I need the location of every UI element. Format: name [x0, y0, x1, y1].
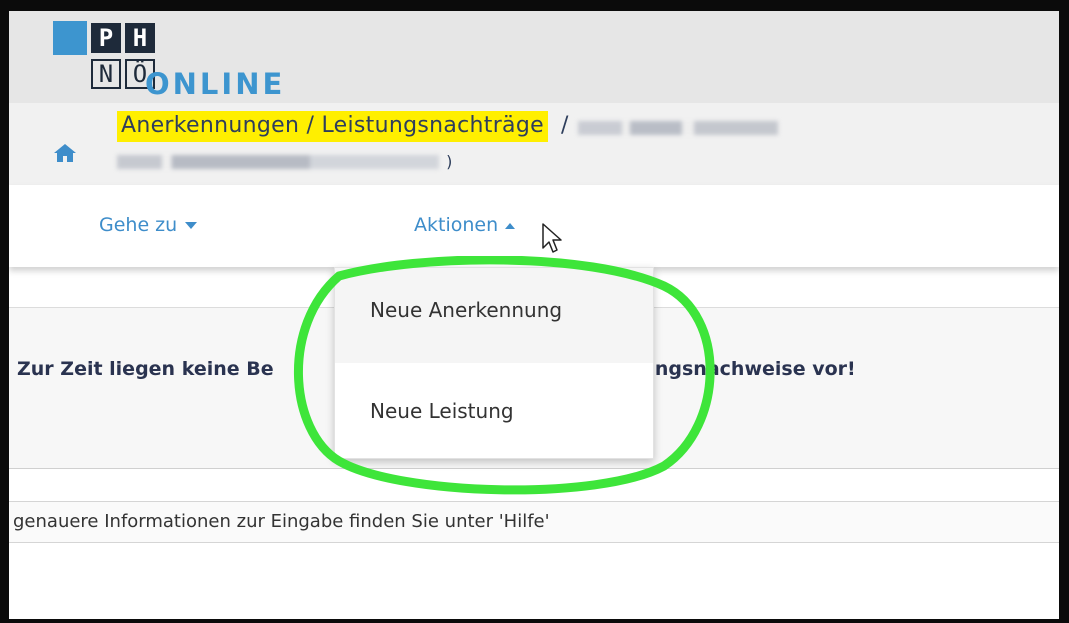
- breadcrumb-title[interactable]: Anerkennungen / Leistungsnachträge: [117, 111, 548, 142]
- help-hint-text: genauere Informationen zur Eingabe finde…: [13, 511, 550, 532]
- logo-letter-p: P: [91, 23, 121, 53]
- breadcrumb-closing-paren: ): [446, 152, 453, 171]
- screenshot-frame-right: [1059, 0, 1069, 623]
- app-header: P H N Ö ONLINE: [9, 11, 1059, 103]
- menu-item-label: Neue Anerkennung: [370, 298, 563, 322]
- ph-noe-online-logo[interactable]: P H N Ö ONLINE: [53, 21, 373, 103]
- screenshot-frame-top: [0, 0, 1069, 11]
- goto-menu-button[interactable]: Gehe zu: [99, 214, 198, 236]
- page: P H N Ö ONLINE Anerkennungen / Leistungs…: [9, 11, 1059, 619]
- menu-item-neue-anerkennung[interactable]: Neue Anerkennung: [335, 268, 653, 363]
- mouse-cursor-icon: [542, 223, 562, 253]
- breadcrumb-line-2: ): [117, 151, 452, 171]
- actions-menu-button[interactable]: Aktionen: [414, 214, 516, 236]
- breadcrumb: Anerkennungen / Leistungsnachträge / ): [9, 103, 1059, 185]
- screenshot-frame-left: [0, 0, 9, 623]
- screenshot-frame-bottom: [0, 619, 1069, 623]
- menu-item-label: Neue Leistung: [370, 399, 514, 423]
- redacted-name: [577, 120, 778, 135]
- redacted-identifier: [117, 154, 439, 169]
- logo-letter-h: H: [125, 23, 155, 53]
- action-navbar: Gehe zu Aktionen: [9, 185, 1059, 267]
- logo-online-text: ONLINE: [145, 67, 286, 101]
- breadcrumb-line: Anerkennungen / Leistungsnachträge /: [117, 111, 778, 142]
- breadcrumb-separator: /: [561, 113, 569, 138]
- actions-label: Aktionen: [414, 214, 499, 236]
- logo-blue-square: [53, 21, 87, 55]
- menu-item-neue-leistung[interactable]: Neue Leistung: [335, 363, 653, 458]
- empty-state-message-left: Zur Zeit liegen keine Be: [17, 358, 274, 380]
- logo-letter-n: N: [91, 59, 121, 89]
- home-icon[interactable]: [53, 143, 77, 163]
- caret-up-icon: [505, 222, 516, 229]
- caret-down-icon: [185, 222, 198, 229]
- help-hint-row: genauere Informationen zur Eingabe finde…: [9, 501, 1059, 543]
- actions-dropdown-menu: Neue Anerkennung Neue Leistung: [334, 267, 654, 459]
- goto-label: Gehe zu: [99, 214, 178, 236]
